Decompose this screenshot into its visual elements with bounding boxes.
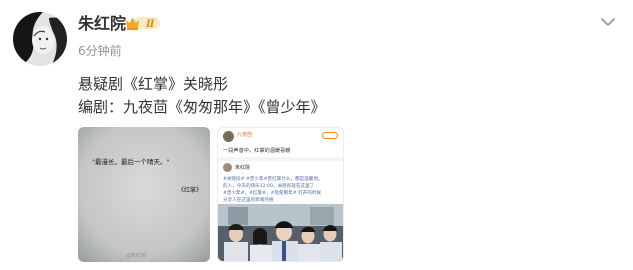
screenshot-comment-line: 的人，今天的快乐12:00，关晓彤就在这里了 [223,184,315,189]
post-image-2[interactable]: 九夜茴 一段声音中，红掌的温暖喜暖 朱红院 #关晓彤# #曾少年#曾红掌什么，都… [217,127,344,262]
image-1-watermark: @朱红院 [126,253,147,259]
badge-level: Ⅱ [145,19,155,30]
screenshot-comment-line: 分享人在这里的新闻热搜 [223,198,274,203]
more-options-button[interactable] [598,12,618,32]
screenshot-avatar [223,131,234,142]
screenshot-first-line: 一段声音中，红掌的温暖喜暖 [223,148,291,154]
chevron-down-icon [601,18,615,26]
screenshot-comment-line: #关晓彤# #曾少年#曾红掌什么，都是温暖地。 [223,177,323,182]
post-timestamp[interactable]: 6分钟前 [78,43,122,59]
crown-badge-icon[interactable]: Ⅱ [125,15,161,31]
screenshot-comment-avatar [223,163,232,172]
image-1-side-text: 《红掌》 [178,187,203,194]
avatar[interactable] [13,12,67,66]
post-text-line2: 编剧：九夜茴《匆匆那年》《曾少年》 [78,98,326,116]
post-image-1[interactable]: "最漫长，最后一个晴天。" 《红掌》 @朱红院 [78,127,210,262]
drama-still-photo [218,204,343,261]
screenshot-follow-button [322,132,338,139]
screenshot-comment-author: 朱红院 [235,165,251,171]
username[interactable]: 朱红院 [78,13,126,35]
avatar-image [13,12,67,66]
image-1-caption: "最漫长，最后一个晴天。" [92,158,170,166]
screenshot-header-name: 九夜茴 [237,132,253,138]
post-text-line1: 悬疑剧《红掌》关晓彤 [78,75,229,93]
screenshot-comment-line: #曾少年#，#红掌#，#匆匆那年# 打开的时候 [223,191,322,196]
grainy-photo-background [78,127,210,262]
screenshot-divider [218,157,343,161]
